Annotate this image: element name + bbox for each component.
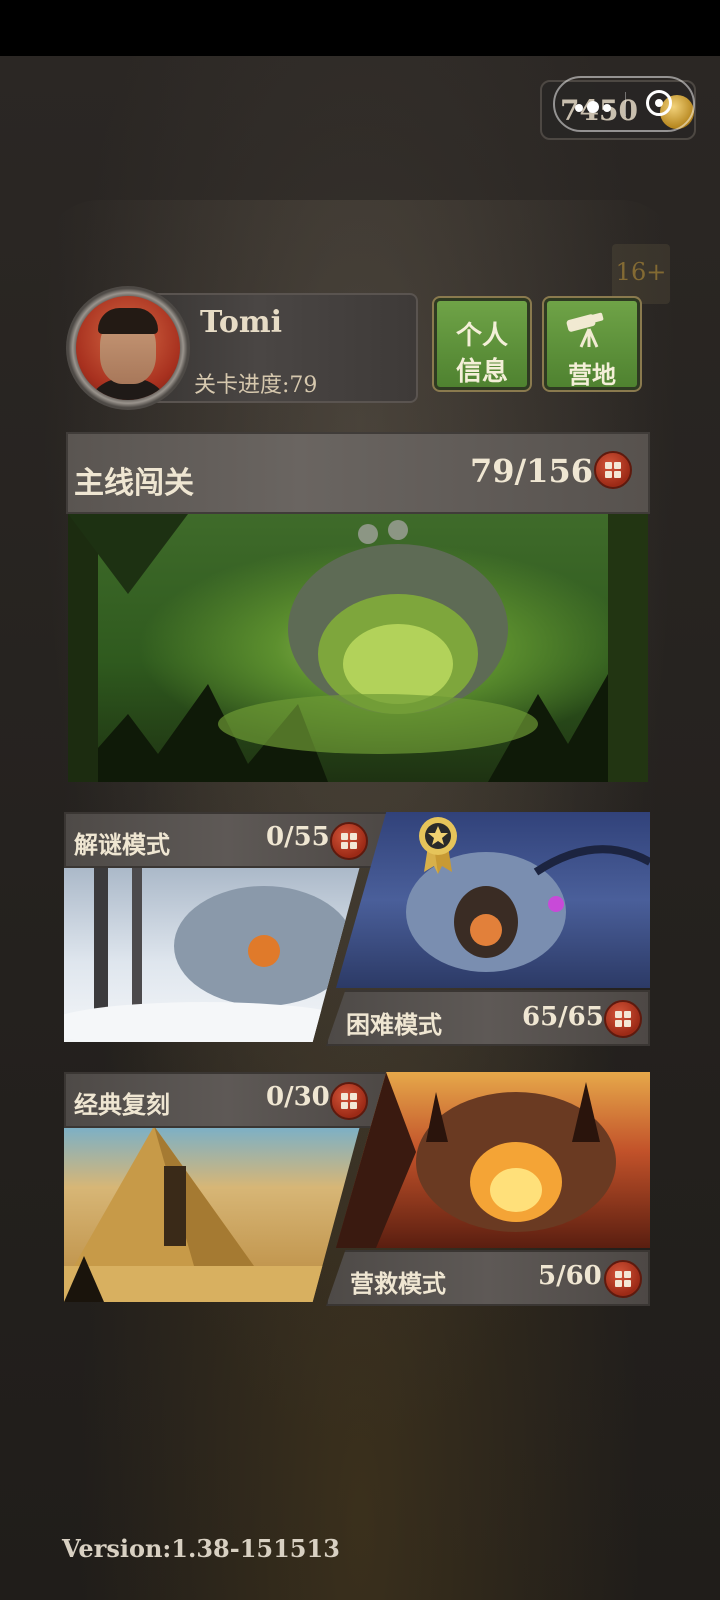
camp-button[interactable]: 营地 xyxy=(542,296,642,392)
rescue-mode-artwork[interactable] xyxy=(336,1072,650,1248)
blue-cave-illustration xyxy=(406,845,650,972)
main-mode-count: 79/156 xyxy=(470,452,594,490)
more-dots-icon[interactable] xyxy=(575,97,615,113)
puzzle-mode-grid-icon[interactable] xyxy=(330,822,368,860)
main-mode-grid-icon[interactable] xyxy=(594,451,632,489)
avatar-hair xyxy=(98,308,158,334)
hard-mode-artwork[interactable] xyxy=(336,812,650,988)
medal-star-icon xyxy=(418,816,458,874)
mini-program-capsule xyxy=(553,76,695,132)
version-label: Version:1.38-151513 xyxy=(62,1534,340,1563)
puzzle-mode-count: 0/55 xyxy=(266,822,330,852)
main-mode-artwork[interactable] xyxy=(68,514,648,782)
player-name: Tomi xyxy=(200,305,283,340)
classic-mode-artwork[interactable] xyxy=(64,1126,360,1302)
personal-info-label-2: 信息 xyxy=(455,357,508,387)
camp-telescope-icon xyxy=(566,312,604,348)
snow-cave-illustration xyxy=(64,866,360,1042)
hard-mode-count: 65/65 xyxy=(522,1002,604,1032)
rescue-mode-grid-icon[interactable] xyxy=(604,1260,642,1298)
classic-mode-grid-icon[interactable] xyxy=(330,1082,368,1120)
jungle-cave-illustration xyxy=(68,514,648,782)
classic-mode-title: 经典复刻 xyxy=(74,1090,170,1119)
camp-label: 营地 xyxy=(568,360,616,389)
main-mode-title: 主线闯关 xyxy=(74,466,194,501)
avatar[interactable] xyxy=(76,296,180,400)
rescue-mode-title: 营救模式 xyxy=(350,1269,446,1298)
personal-info-label-1: 个人 xyxy=(455,321,508,351)
puzzle-mode-title: 解谜模式 xyxy=(74,830,170,859)
hard-mode-title: 困难模式 xyxy=(346,1010,442,1039)
level-progress: 关卡进度:79 xyxy=(194,373,318,398)
status-bar xyxy=(0,0,720,56)
hard-mode-grid-icon[interactable] xyxy=(604,1000,642,1038)
pyramid-illustration xyxy=(64,1126,360,1302)
rescue-mode-count: 5/60 xyxy=(538,1261,602,1291)
target-close-icon[interactable] xyxy=(646,90,672,116)
capsule-divider xyxy=(625,92,626,116)
classic-mode-count: 0/30 xyxy=(266,1082,330,1112)
personal-info-button[interactable]: 个人 信息 xyxy=(432,296,532,392)
puzzle-mode-artwork[interactable] xyxy=(64,866,360,1042)
age-rating-badge: 16+ xyxy=(612,244,670,304)
lava-cave-illustration xyxy=(336,1072,616,1248)
